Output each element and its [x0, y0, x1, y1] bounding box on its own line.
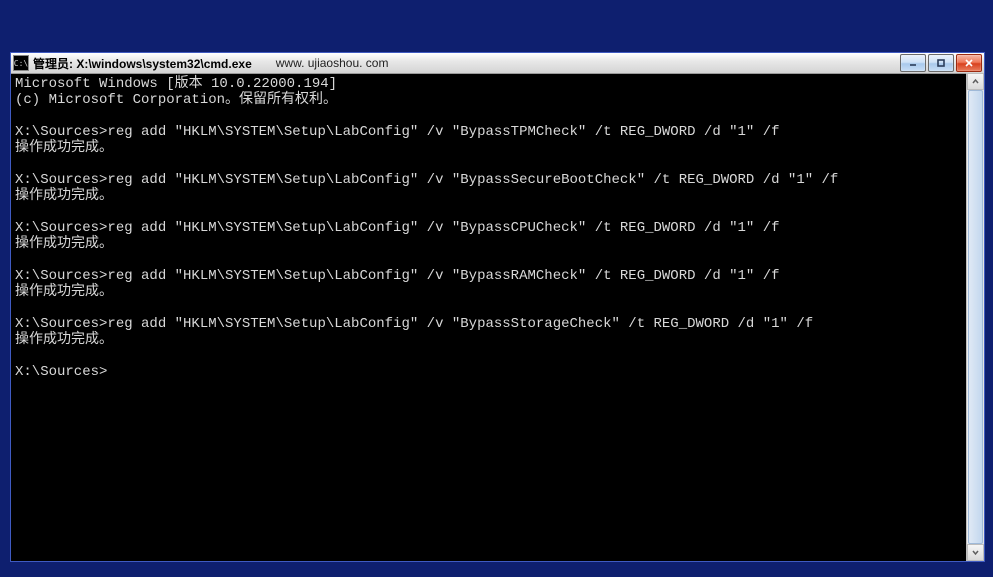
window-title: 管理员: X:\windows\system32\cmd.exe	[33, 55, 252, 72]
terminal-line	[15, 300, 980, 316]
terminal-line: X:\Sources>reg add "HKLM\SYSTEM\Setup\La…	[15, 172, 980, 188]
minimize-icon	[908, 58, 918, 68]
terminal-line: 操作成功完成。	[15, 188, 980, 204]
scrollbar-track[interactable]	[967, 90, 984, 544]
terminal-line: Microsoft Windows [版本 10.0.22000.194]	[15, 76, 980, 92]
terminal-line	[15, 204, 980, 220]
titlebar[interactable]: C:\ 管理员: X:\windows\system32\cmd.exe www…	[11, 53, 984, 74]
caption-buttons	[900, 54, 982, 72]
chevron-up-icon	[971, 77, 980, 86]
close-icon	[964, 58, 974, 68]
title-url-caption: www. ujiaoshou. com	[276, 56, 389, 70]
close-button[interactable]	[956, 54, 982, 72]
cmd-window: C:\ 管理员: X:\windows\system32\cmd.exe www…	[10, 52, 985, 562]
terminal-line: X:\Sources>reg add "HKLM\SYSTEM\Setup\La…	[15, 124, 980, 140]
terminal-line	[15, 108, 980, 124]
chevron-down-icon	[971, 548, 980, 557]
scroll-up-button[interactable]	[967, 73, 984, 90]
maximize-button[interactable]	[928, 54, 954, 72]
terminal-line: (c) Microsoft Corporation。保留所有权利。	[15, 92, 980, 108]
maximize-icon	[936, 58, 946, 68]
terminal-output[interactable]: Microsoft Windows [版本 10.0.22000.194](c)…	[11, 74, 984, 561]
terminal-line: X:\Sources>	[15, 364, 980, 380]
terminal-line: 操作成功完成。	[15, 284, 980, 300]
cmd-icon: C:\	[13, 55, 29, 71]
terminal-line: 操作成功完成。	[15, 332, 980, 348]
terminal-line	[15, 252, 980, 268]
terminal-line: X:\Sources>reg add "HKLM\SYSTEM\Setup\La…	[15, 220, 980, 236]
terminal-line	[15, 156, 980, 172]
terminal-line: 操作成功完成。	[15, 236, 980, 252]
terminal-line	[15, 348, 980, 364]
scrollbar-thumb[interactable]	[968, 90, 983, 544]
terminal-line: X:\Sources>reg add "HKLM\SYSTEM\Setup\La…	[15, 268, 980, 284]
terminal-line: X:\Sources>reg add "HKLM\SYSTEM\Setup\La…	[15, 316, 980, 332]
scroll-down-button[interactable]	[967, 544, 984, 561]
minimize-button[interactable]	[900, 54, 926, 72]
vertical-scrollbar[interactable]	[966, 73, 984, 561]
terminal-line: 操作成功完成。	[15, 140, 980, 156]
